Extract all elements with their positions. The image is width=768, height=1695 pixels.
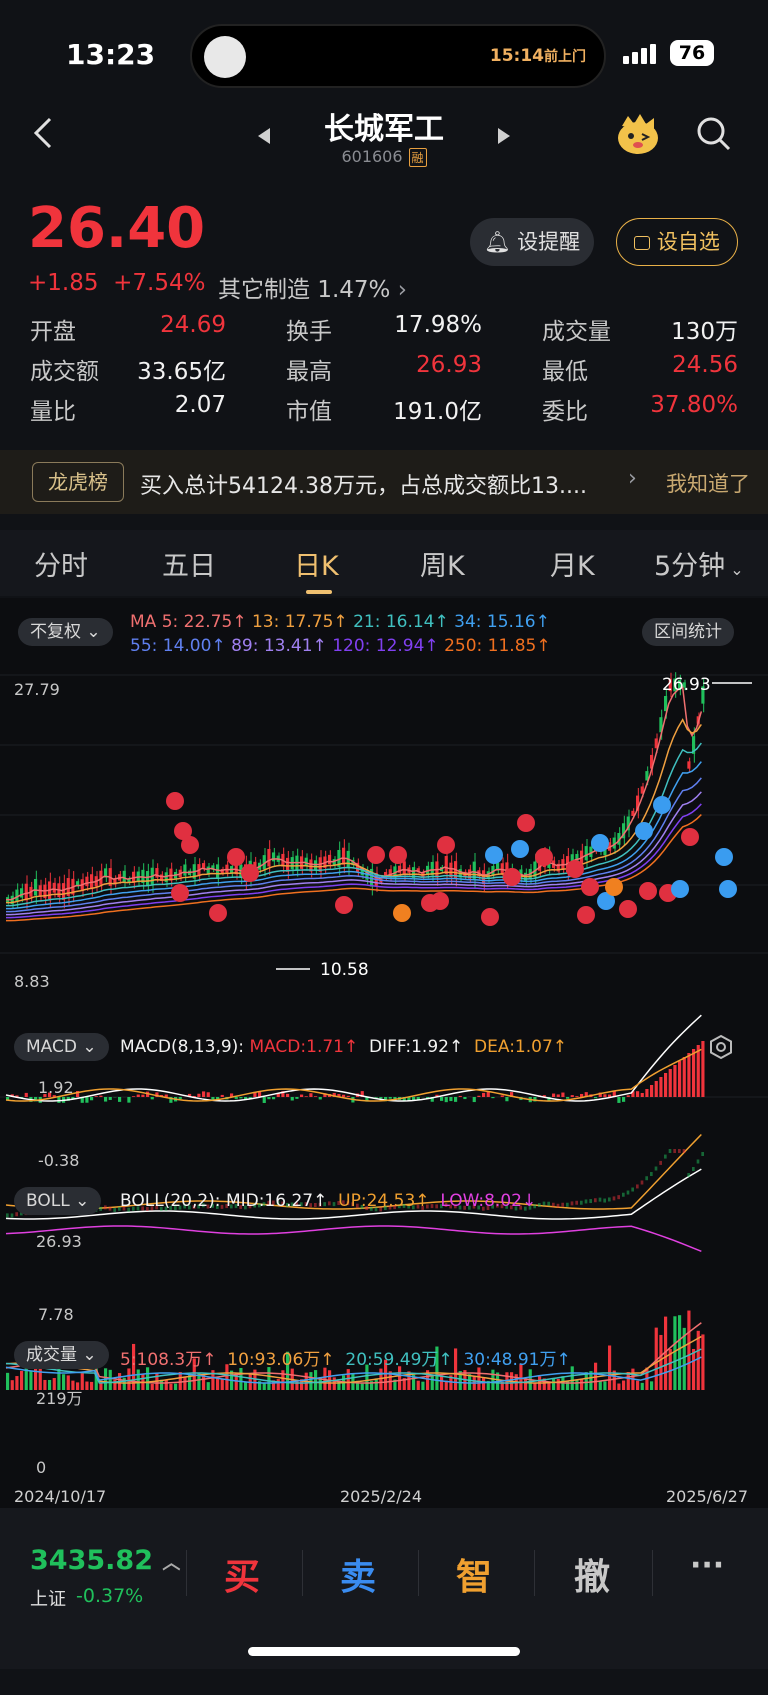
margin-badge: 融 — [409, 148, 427, 167]
home-indicator — [248, 1647, 520, 1656]
macd-y-high: 1.92 — [38, 1078, 74, 1097]
stat-2: 成交量130万 — [542, 312, 738, 346]
lhb-banner[interactable]: 龙虎榜 买入总计54124.38万元，占总成交额比13.... › 我知道了 — [0, 450, 768, 514]
cancel-order-button[interactable]: 撤 — [574, 1548, 610, 1600]
tab-monthly-k[interactable]: 月K — [550, 544, 595, 583]
min-price-label: 10.58 — [320, 960, 369, 980]
macd-y-low: -0.38 — [38, 1151, 79, 1170]
sector-link[interactable]: 其它制造 1.47% › — [218, 270, 407, 304]
stat-1: 换手17.98% — [286, 312, 482, 346]
index-value[interactable]: 3435.82 ︿ — [30, 1545, 180, 1576]
index-change: -0.37% — [76, 1585, 143, 1607]
active-tab-indicator — [306, 590, 332, 594]
volume-y-low: 0 — [36, 1458, 46, 1477]
macd-dropdown[interactable]: MACD ⌄ — [14, 1033, 109, 1061]
y-axis-low: 8.83 — [14, 972, 50, 991]
tab-5min[interactable]: 5分钟 ⌄ — [654, 544, 744, 583]
period-tabs: 分时 五日 日K 周K 月K 5分钟 ⌄ — [0, 530, 768, 596]
stat-8: 委比37.80% — [542, 392, 738, 426]
volume-y-high: 219万 — [36, 1385, 83, 1409]
boll-y-low: 7.78 — [38, 1305, 74, 1324]
price-change: +1.85 +7.54% — [28, 270, 205, 296]
stat-7: 市值191.0亿 — [286, 392, 482, 426]
status-time: 13:23 — [66, 38, 155, 71]
volume-legend: 5:108.3万↑ 10:93.06万↑ 20:59.49万↑ 30:48.91… — [120, 1345, 571, 1370]
stat-6: 量比2.07 — [30, 392, 226, 426]
island-status: 15:14前上门 — [490, 46, 586, 66]
y-axis-high: 27.79 — [14, 680, 60, 699]
volume-dropdown[interactable]: 成交量 ⌄ — [14, 1341, 109, 1369]
tab-daily-k[interactable]: 日K — [294, 544, 339, 583]
chevron-right-icon: › — [628, 466, 637, 491]
buy-button[interactable]: 买 — [224, 1548, 260, 1600]
date-mid: 2025/2/24 — [340, 1487, 422, 1506]
signal-icon — [623, 44, 659, 64]
add-watchlist-button[interactable]: 设自选 — [616, 218, 738, 266]
battery-icon: 76 — [670, 40, 714, 66]
max-price-label: 26.93 — [662, 675, 711, 695]
stat-0: 开盘24.69 — [30, 312, 226, 346]
ma-legend-row1: MA 5: 22.75↑ 13: 17.75↑ 21: 16.14↑ 34: 1… — [130, 612, 550, 632]
mascot-icon[interactable] — [614, 112, 662, 156]
ma-legend-row2: 55: 14.00↑ 89: 13.41↑ 120: 12.94↑ 250: 1… — [130, 636, 551, 656]
dismiss-button[interactable]: 我知道了 — [666, 468, 750, 498]
set-alert-button[interactable]: 🔔︎ 设提醒 — [470, 218, 594, 266]
search-icon[interactable] — [696, 116, 732, 152]
boll-legend: BOLL(20,2): MID:16.27↑ UP:24.53↑ LOW:8.0… — [120, 1191, 536, 1211]
last-price: 26.40 — [28, 196, 205, 261]
stat-5: 最低24.56 — [542, 352, 738, 386]
watchlist-icon — [634, 236, 650, 250]
index-name: 上证 — [30, 1585, 66, 1611]
stat-3: 成交额33.65亿 — [30, 352, 226, 386]
sell-button[interactable]: 卖 — [340, 1548, 376, 1600]
boll-y-high: 26.93 — [36, 1232, 82, 1251]
boll-dropdown[interactable]: BOLL ⌄ — [14, 1187, 101, 1215]
bell-icon: 🔔︎ — [484, 230, 511, 254]
dynamic-island[interactable]: 15:14前上门 — [190, 24, 606, 88]
tab-intraday[interactable]: 分时 — [34, 544, 88, 583]
date-end: 2025/6/27 — [666, 1487, 748, 1506]
smart-button[interactable]: 智 — [456, 1548, 492, 1600]
tab-five-day[interactable]: 五日 — [162, 544, 216, 583]
settings-icon[interactable] — [708, 1034, 734, 1060]
stat-4: 最高26.93 — [286, 352, 482, 386]
range-stats-button[interactable]: 区间统计 — [642, 618, 734, 646]
macd-legend: MACD(8,13,9): MACD:1.71↑ DIFF:1.92↑ DEA:… — [120, 1037, 567, 1057]
adjust-dropdown[interactable]: 不复权 ⌄ — [18, 618, 113, 646]
lhb-text: 买入总计54124.38万元，占总成交额比13.... — [140, 468, 610, 500]
more-button[interactable]: ··· — [690, 1548, 724, 1583]
lhb-tag: 龙虎榜 — [32, 462, 124, 502]
tab-weekly-k[interactable]: 周K — [420, 544, 465, 583]
date-start: 2024/10/17 — [14, 1487, 106, 1506]
avatar — [204, 36, 246, 78]
